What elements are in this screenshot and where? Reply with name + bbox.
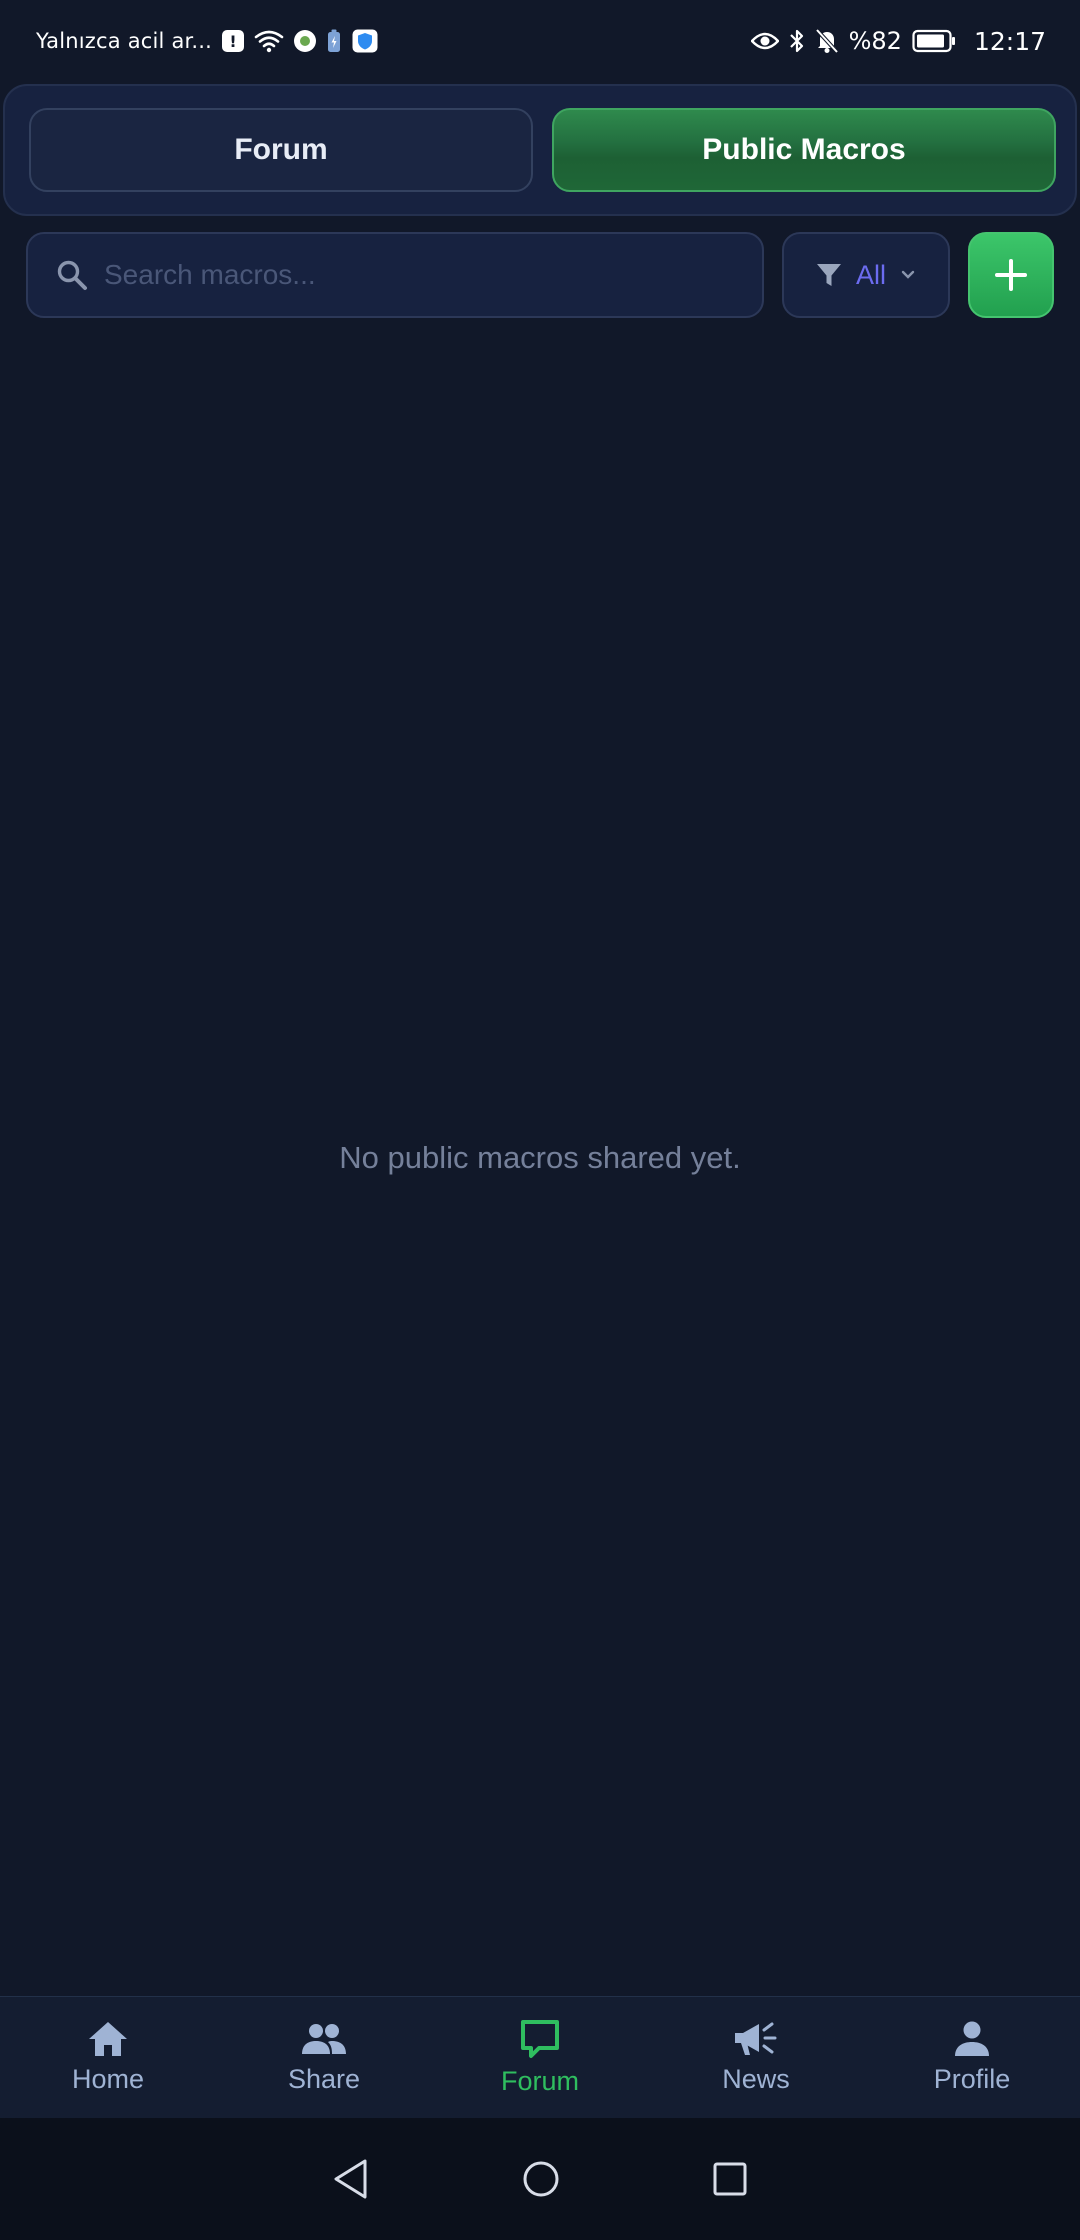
carrier-text: Yalnızca acil ar... — [36, 29, 213, 53]
nav-label-news: News — [722, 2064, 790, 2094]
chevron-down-icon — [900, 269, 916, 281]
nav-item-share[interactable]: Share — [216, 1997, 432, 2118]
empty-state-message: No public macros shared yet. — [339, 1140, 741, 1175]
search-bar[interactable] — [26, 232, 764, 318]
wifi-icon — [254, 29, 284, 53]
battery-icon — [912, 29, 956, 53]
filter-dropdown[interactable]: All — [782, 232, 950, 318]
system-nav-bar — [0, 2118, 1080, 2240]
people-icon — [301, 2020, 347, 2058]
megaphone-icon — [733, 2020, 779, 2058]
bottom-nav: Home Share Forum News Profile — [0, 1996, 1080, 2118]
nav-item-home[interactable]: Home — [0, 1997, 216, 2118]
tab-public-macros[interactable]: Public Macros — [552, 108, 1056, 192]
nav-label-share: Share — [287, 2064, 361, 2094]
nav-label-home: Home — [71, 2064, 145, 2094]
status-right: %82 12:17 — [750, 26, 1046, 56]
search-icon — [56, 259, 88, 291]
bell-off-icon — [815, 28, 839, 54]
bluetooth-icon — [789, 28, 805, 54]
home-circle-icon[interactable] — [521, 2159, 561, 2199]
nav-label-forum: Forum — [500, 2066, 579, 2096]
eye-icon — [750, 31, 779, 51]
status-time: 12:17 — [973, 26, 1046, 56]
battery-saver-icon — [326, 29, 342, 53]
back-triangle-icon[interactable] — [331, 2158, 371, 2200]
status-left: Yalnızca acil ar... ! — [36, 29, 378, 53]
add-macro-button[interactable] — [968, 232, 1054, 318]
nav-label-profile: Profile — [933, 2064, 1011, 2094]
tab-forum[interactable]: Forum — [29, 108, 533, 192]
app-dot-icon — [294, 30, 317, 52]
filter-selected: All — [855, 259, 886, 290]
person-icon — [952, 2020, 992, 2058]
chat-icon — [519, 2018, 561, 2060]
search-input[interactable] — [102, 258, 762, 292]
plus-icon — [994, 258, 1028, 292]
home-icon — [87, 2020, 129, 2058]
status-bar: Yalnızca acil ar... ! %82 12:17 — [0, 0, 1080, 82]
section-tabs: Forum Public Macros — [3, 84, 1077, 216]
nav-item-news[interactable]: News — [648, 1997, 864, 2118]
shield-icon — [352, 29, 378, 53]
tab-public-macros-label: Public Macros — [702, 133, 906, 166]
tab-forum-label: Forum — [234, 133, 328, 166]
recents-square-icon[interactable] — [711, 2160, 749, 2198]
nav-item-profile[interactable]: Profile — [864, 1997, 1080, 2118]
filter-icon — [816, 262, 842, 288]
alert-icon: ! — [222, 30, 245, 52]
nav-item-forum[interactable]: Forum — [432, 1997, 648, 2118]
battery-percent: %82 — [848, 27, 902, 55]
